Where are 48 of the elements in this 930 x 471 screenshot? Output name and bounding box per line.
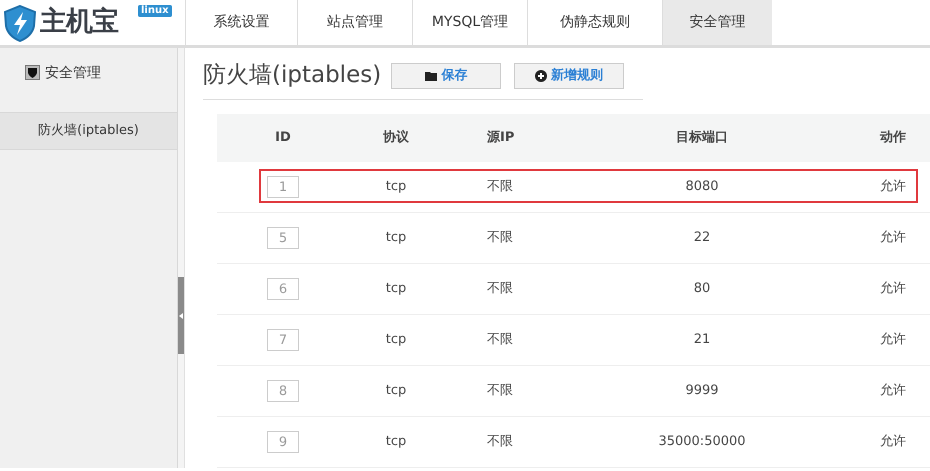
save-button[interactable]: 保存 xyxy=(391,62,502,88)
table-cell-text: 22 xyxy=(692,229,712,248)
folder-icon xyxy=(424,70,438,80)
column-header: 目标端口 xyxy=(675,129,729,148)
id-field[interactable]: 1 xyxy=(267,176,299,198)
table-cell-text: 8080 xyxy=(684,178,720,196)
collapse-arrow-icon[interactable] xyxy=(179,312,183,318)
linux-badge: linux xyxy=(138,5,172,17)
id-field[interactable]: 8 xyxy=(267,380,299,402)
table-cell-text: 9999 xyxy=(684,382,720,400)
table-cell-text: 不限 xyxy=(486,433,514,452)
table-cell-text: tcp xyxy=(384,433,408,452)
table-cell-text: tcp xyxy=(384,178,408,196)
table-cell-text: 35000:50000 xyxy=(657,433,747,452)
sidebar-item[interactable]: 防火墙(iptables) xyxy=(0,112,177,150)
table-cell-text: 不限 xyxy=(486,331,514,350)
table-cell-text: 允许 xyxy=(879,229,907,248)
table-cell-text: 不限 xyxy=(486,178,514,196)
table-cell-text: 21 xyxy=(692,331,712,350)
table-cell-text: 不限 xyxy=(486,229,514,248)
column-header: 协议 xyxy=(382,128,410,148)
table-cell-text: 允许 xyxy=(879,178,907,196)
table-cell-text: 80 xyxy=(692,280,712,298)
table-cell-text: 允许 xyxy=(879,433,907,452)
column-header: ID xyxy=(274,129,292,148)
column-header: 动作 xyxy=(878,129,907,148)
logo-text: 主机宝 xyxy=(40,5,118,40)
plus-circle-icon xyxy=(535,70,548,82)
table-cell-text: tcp xyxy=(384,331,408,350)
table-cell-text: 不限 xyxy=(486,382,514,400)
add-rule-button[interactable]: 新增规则 xyxy=(514,62,624,88)
table-cell-text: 允许 xyxy=(879,382,907,400)
splitter-handle[interactable] xyxy=(178,277,184,354)
column-header: 源IP xyxy=(486,129,516,148)
table-cell-text: tcp xyxy=(384,280,408,298)
id-field[interactable]: 6 xyxy=(267,278,299,300)
id-field[interactable]: 5 xyxy=(267,227,299,249)
shield-icon xyxy=(25,65,40,80)
id-field[interactable]: 7 xyxy=(267,329,299,351)
sidebar-title: 安全管理 xyxy=(45,65,101,81)
nav-tab[interactable]: 安全管理 xyxy=(662,0,772,45)
id-field[interactable]: 9 xyxy=(267,431,299,453)
table-cell-text: 允许 xyxy=(879,280,907,298)
page-title: 防火墙(iptables) xyxy=(203,61,382,90)
table-cell-text: 不限 xyxy=(486,280,514,298)
table-cell-text: tcp xyxy=(384,229,408,248)
table-cell-text: tcp xyxy=(384,382,408,400)
table-cell-text: 允许 xyxy=(879,331,907,350)
